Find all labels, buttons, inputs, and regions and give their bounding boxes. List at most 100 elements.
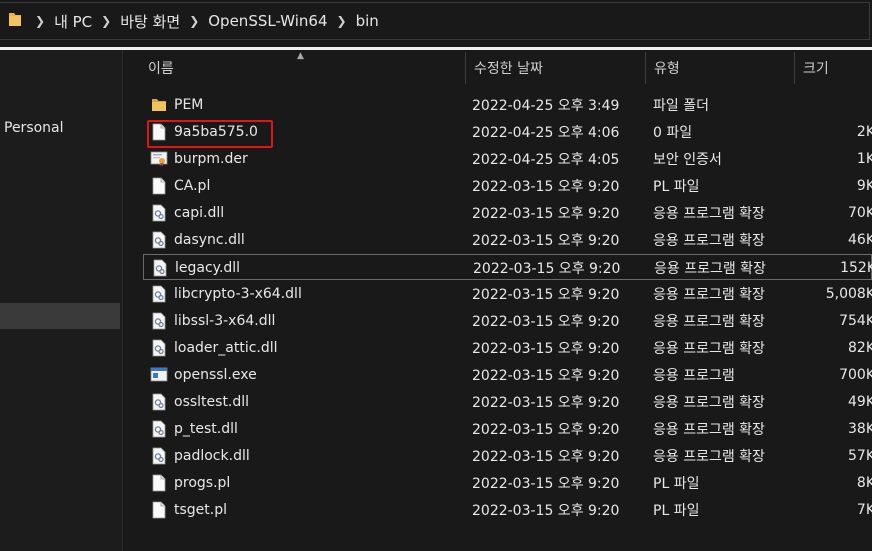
breadcrumb-item[interactable]: bin: [356, 12, 379, 30]
column-header: ▲ 이름 수정한 날짜 유형 크기: [123, 50, 872, 86]
file-type: 보안 인증서: [653, 152, 722, 168]
file-date-modified: 2022-03-15 오후 9:20: [472, 449, 620, 465]
file-row[interactable]: padlock.dll 2022-03-15 오후 9:20 응용 프로그램 확장 5…: [143, 443, 872, 469]
dll-icon: [149, 335, 169, 361]
file-size: 57K: [848, 448, 872, 464]
dll-icon: [149, 416, 169, 442]
file-row[interactable]: libcrypto-3-x64.dll 2022-03-15 오후 9:20 응용 …: [143, 281, 872, 307]
file-size: 46K: [848, 232, 872, 248]
file-size: 5,008K: [825, 286, 872, 302]
file-row[interactable]: PEM 2022-04-25 오후 3:49 파일 폴더: [143, 92, 872, 118]
file-row[interactable]: tsget.pl 2022-03-15 오후 9:20 PL 파일 7K: [143, 497, 872, 523]
breadcrumb-item[interactable]: 바탕 화면: [120, 11, 180, 32]
file-date-modified: 2022-03-15 오후 9:20: [472, 314, 620, 330]
file-row[interactable]: openssl.exe 2022-03-15 오후 9:20 응용 프로그램 700K: [143, 362, 872, 388]
file-row[interactable]: libssl-3-x64.dll 2022-03-15 오후 9:20 응용 프로그…: [143, 308, 872, 334]
file-size: 38K: [848, 421, 872, 437]
column-date-label: 수정한 날짜: [474, 61, 543, 77]
file-size: 1K: [856, 151, 872, 167]
breadcrumb-item[interactable]: 내 PC: [54, 11, 92, 32]
column-type-label: 유형: [654, 61, 680, 77]
column-size-label: 크기: [803, 61, 829, 77]
exe-icon: [149, 362, 169, 388]
chevron-right-icon[interactable]: ❯: [101, 14, 111, 28]
address-field[interactable]: ❯ 내 PC ❯ 바탕 화면 ❯ OpenSSL-Win64 ❯ bin: [0, 2, 870, 40]
file-name: CA.pl: [174, 178, 211, 194]
file-date-modified: 2022-04-25 오후 4:05: [472, 152, 620, 168]
file-type: 응용 프로그램 확장: [653, 314, 765, 330]
file-size: [793, 92, 872, 118]
dll-icon: [150, 255, 170, 281]
navigation-pane: Personal: [0, 50, 122, 551]
file-date-modified: 2022-03-15 오후 9:20: [472, 368, 620, 384]
file-size: 70K: [848, 205, 872, 221]
file-size: 152K: [840, 260, 872, 276]
file-name: PEM: [174, 97, 204, 113]
file-name: progs.pl: [174, 475, 231, 491]
file-type: PL 파일: [653, 503, 700, 519]
dll-icon: [149, 200, 169, 226]
certificate-icon: [149, 146, 169, 172]
file-name: libcrypto-3-x64.dll: [174, 286, 302, 302]
file-row[interactable]: loader_attic.dll 2022-03-15 오후 9:20 응용 프로그…: [143, 335, 872, 361]
file-size: 754K: [839, 313, 872, 329]
breadcrumb-item[interactable]: OpenSSL-Win64: [208, 12, 327, 30]
file-size: 9K: [856, 178, 872, 194]
column-size[interactable]: 크기: [795, 50, 872, 86]
file-date-modified: 2022-03-15 오후 9:20: [472, 503, 620, 519]
column-date[interactable]: 수정한 날짜: [466, 50, 646, 86]
file-list: ▲ 이름 수정한 날짜 유형 크기 PEM 2022-04-25 오후 3:49 파…: [123, 50, 872, 551]
file-name: dasync.dll: [174, 232, 245, 248]
file-date-modified: 2022-03-15 오후 9:20: [472, 233, 620, 249]
file-date-modified: 2022-04-25 오후 4:06: [472, 125, 620, 141]
file-name: tsget.pl: [174, 502, 227, 518]
file-row[interactable]: legacy.dll 2022-03-15 오후 9:20 응용 프로그램 확장 15…: [143, 254, 872, 280]
file-date-modified: 2022-03-15 오후 9:20: [472, 179, 620, 195]
file-type: 파일 폴더: [653, 98, 709, 114]
chevron-right-icon[interactable]: ❯: [189, 14, 199, 28]
file-size: 82K: [848, 340, 872, 356]
dll-icon: [149, 389, 169, 415]
address-bar: ❯ 내 PC ❯ 바탕 화면 ❯ OpenSSL-Win64 ❯ bin: [0, 0, 872, 44]
sidebar-item-selected[interactable]: [0, 303, 120, 329]
file-size: 8K: [856, 475, 872, 491]
file-row[interactable]: burpm.der 2022-04-25 오후 4:05 보안 인증서 1K: [143, 146, 872, 172]
column-type[interactable]: 유형: [646, 50, 794, 86]
file-type: 응용 프로그램 확장: [654, 261, 766, 277]
file-date-modified: 2022-04-25 오후 3:49: [472, 98, 620, 114]
file-date-modified: 2022-03-15 오후 9:20: [472, 287, 620, 303]
column-name-label: 이름: [148, 61, 174, 77]
file-name: libssl-3-x64.dll: [174, 313, 276, 329]
file-row[interactable]: capi.dll 2022-03-15 오후 9:20 응용 프로그램 확장 70K: [143, 200, 872, 226]
file-name: burpm.der: [174, 151, 248, 167]
file-row[interactable]: CA.pl 2022-03-15 오후 9:20 PL 파일 9K: [143, 173, 872, 199]
file-type: PL 파일: [653, 179, 700, 195]
file-row[interactable]: p_test.dll 2022-03-15 오후 9:20 응용 프로그램 확장 38…: [143, 416, 872, 442]
file-type: 응용 프로그램 확장: [653, 206, 765, 222]
file-date-modified: 2022-03-15 오후 9:20: [472, 206, 620, 222]
file-type: 응용 프로그램 확장: [653, 233, 765, 249]
file-size: 49K: [848, 394, 872, 410]
file-type: 응용 프로그램 확장: [653, 341, 765, 357]
file-row[interactable]: ossltest.dll 2022-03-15 오후 9:20 응용 프로그램 확장…: [143, 389, 872, 415]
file-date-modified: 2022-03-15 오후 9:20: [472, 341, 620, 357]
dll-icon: [149, 227, 169, 253]
file-date-modified: 2022-03-15 오후 9:20: [472, 395, 620, 411]
file-type: 응용 프로그램 확장: [653, 395, 765, 411]
file-icon: [149, 173, 169, 199]
file-name: loader_attic.dll: [174, 340, 278, 356]
file-row[interactable]: dasync.dll 2022-03-15 오후 9:20 응용 프로그램 확장 46…: [143, 227, 872, 253]
sidebar-item-label: Personal: [4, 120, 64, 136]
file-name: padlock.dll: [174, 448, 250, 464]
file-type: 응용 프로그램 확장: [653, 449, 765, 465]
file-name: ossltest.dll: [174, 394, 250, 410]
file-row[interactable]: progs.pl 2022-03-15 오후 9:20 PL 파일 8K: [143, 470, 872, 496]
sidebar-item-personal[interactable]: Personal: [0, 115, 120, 141]
file-date-modified: 2022-03-15 오후 9:20: [472, 476, 620, 492]
dll-icon: [149, 443, 169, 469]
column-name[interactable]: 이름: [140, 50, 466, 86]
file-size: 7K: [856, 502, 872, 518]
file-type: 0 파일: [653, 125, 693, 141]
chevron-right-icon[interactable]: ❯: [337, 14, 347, 28]
file-type: PL 파일: [653, 476, 700, 492]
